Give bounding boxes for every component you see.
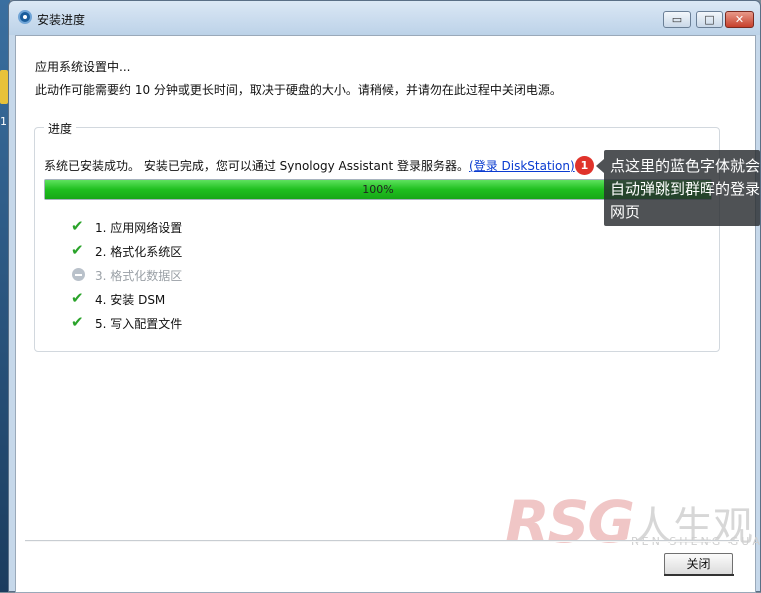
check-icon: ✔	[71, 289, 84, 307]
step-item: ✔ 5. 写入配置文件	[71, 314, 271, 334]
setup-description: 此动作可能需要约 10 分钟或更长时间，取决于硬盘的大小。请稍候，并请勿在此过程…	[35, 83, 562, 97]
check-icon: ✔	[71, 241, 84, 259]
setup-heading: 应用系统设置中...	[35, 60, 131, 74]
footer-divider	[25, 540, 739, 542]
watermark-rsg: RSG	[505, 488, 635, 556]
skipped-icon	[71, 266, 87, 282]
desktop-icon[interactable]	[0, 70, 8, 104]
step-label: 1. 应用网络设置	[95, 221, 183, 235]
status-message: 系统已安装成功。 安装已完成，您可以通过 Synology Assistant …	[44, 159, 469, 173]
step-label: 4. 安装 DSM	[95, 293, 166, 307]
install-status-text: 系统已安装成功。 安装已完成，您可以通过 Synology Assistant …	[44, 157, 575, 174]
step-label: 2. 格式化系统区	[95, 245, 183, 259]
close-button[interactable]: 关闭	[664, 553, 734, 576]
step-label: 3. 格式化数据区	[95, 269, 183, 283]
step-item: ✔ 2. 格式化系统区	[71, 242, 271, 262]
check-icon: ✔	[71, 217, 84, 235]
login-diskstation-link[interactable]: (登录 DiskStation)	[469, 159, 575, 173]
maximize-button[interactable]: □	[696, 11, 723, 28]
minimize-button[interactable]: ▭	[663, 11, 691, 28]
step-item: ✔ 1. 应用网络设置	[71, 218, 271, 238]
step-item: 3. 格式化数据区	[71, 266, 271, 286]
annotation-badge: 1	[575, 156, 594, 175]
title-bar[interactable]: 安装进度 ▭ □ ✕	[9, 1, 760, 35]
step-item: ✔ 4. 安装 DSM	[71, 290, 271, 310]
window-title: 安装进度	[37, 13, 86, 27]
close-window-button[interactable]: ✕	[725, 11, 754, 28]
step-label: 5. 写入配置文件	[95, 317, 183, 331]
desktop-label: 1	[0, 115, 7, 128]
check-icon: ✔	[71, 313, 84, 331]
annotation-tooltip: 点这里的蓝色字体就会自动弹跳到群晖的登录网页	[596, 150, 760, 226]
synology-app-icon	[18, 10, 32, 24]
progress-group-title: 进度	[44, 120, 77, 137]
